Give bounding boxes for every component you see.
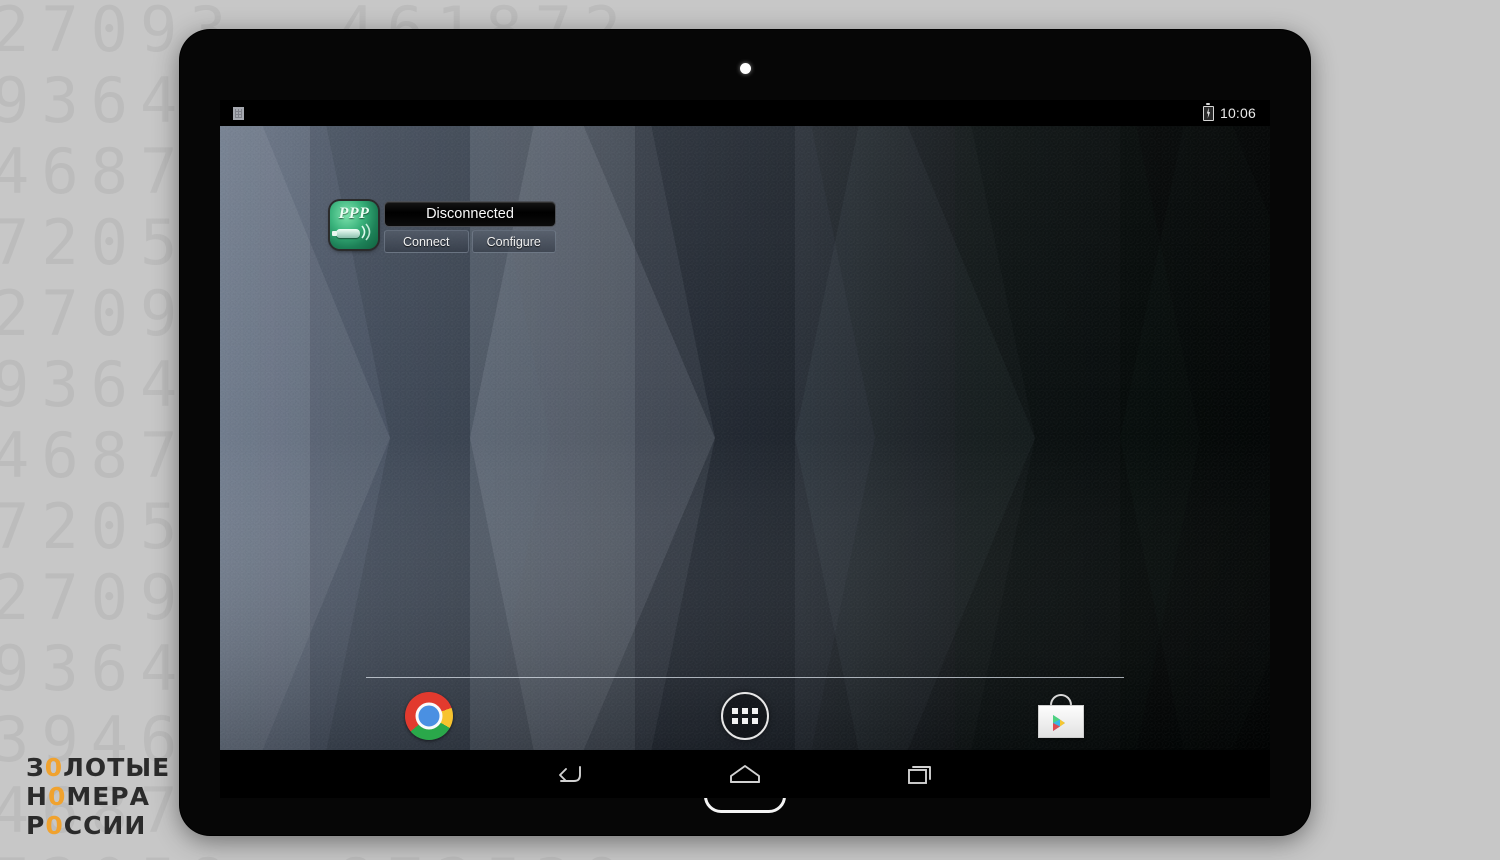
back-icon[interactable]	[541, 754, 597, 794]
recents-icon[interactable]	[893, 754, 949, 794]
app-drawer-icon[interactable]	[721, 692, 769, 740]
ppp-widget-buttons: Connect Configure	[384, 230, 556, 253]
ppp-status-display: Disconnected	[384, 201, 556, 227]
home-screen-dock	[220, 680, 1270, 750]
configure-button[interactable]: Configure	[471, 230, 556, 253]
logo-line1-part-a: З	[26, 753, 45, 782]
notification-placeholder-icon[interactable]	[233, 106, 244, 120]
home-screen-wallpaper[interactable]: PPP Disconnected Connect Configure	[220, 126, 1270, 750]
status-bar-right: 10:06	[1202, 103, 1262, 121]
logo-line2-zero: 0	[47, 782, 67, 811]
status-bar: 10:06	[220, 100, 1270, 126]
logo-line-1: З0ЛОТЫЕ	[26, 753, 170, 782]
plug-icon	[332, 229, 360, 238]
logo-line1-part-b: ЛОТЫЕ	[63, 753, 171, 782]
navigation-bar	[220, 750, 1270, 798]
connect-button[interactable]: Connect	[384, 230, 469, 253]
ppp-icon-label: PPP	[338, 205, 370, 222]
logo-line3-part-b: ССИИ	[63, 811, 147, 840]
logo-line-2: Н0МЕРА	[26, 782, 170, 811]
ppp-widget-panel: Disconnected Connect Configure	[384, 201, 556, 253]
tablet-device: 10:06 PPP Disconnected Connect Configure	[180, 30, 1310, 835]
front-camera-icon	[740, 63, 751, 74]
site-logo: З0ЛОТЫЕ Н0МЕРА Р0ССИИ	[26, 753, 170, 840]
chrome-icon[interactable]	[405, 692, 453, 740]
logo-line2-part-a: Н	[26, 782, 48, 811]
play-store-icon[interactable]	[1037, 692, 1085, 740]
logo-line3-zero: 0	[45, 811, 64, 840]
home-icon[interactable]	[717, 754, 773, 794]
status-bar-clock: 10:06	[1219, 105, 1256, 121]
logo-line1-zero: 0	[44, 753, 64, 782]
battery-charging-icon	[1202, 103, 1214, 121]
device-screen: 10:06 PPP Disconnected Connect Configure	[220, 100, 1270, 750]
ppp-app-icon[interactable]: PPP	[330, 201, 378, 249]
dock-divider	[366, 677, 1124, 678]
signal-waves-icon	[361, 223, 371, 241]
logo-line3-part-a: Р	[26, 811, 46, 840]
logo-line2-part-b: МЕРА	[66, 782, 150, 811]
ppp-widget[interactable]: PPP Disconnected Connect Configure	[330, 201, 556, 253]
logo-line-3: Р0ССИИ	[26, 811, 170, 840]
